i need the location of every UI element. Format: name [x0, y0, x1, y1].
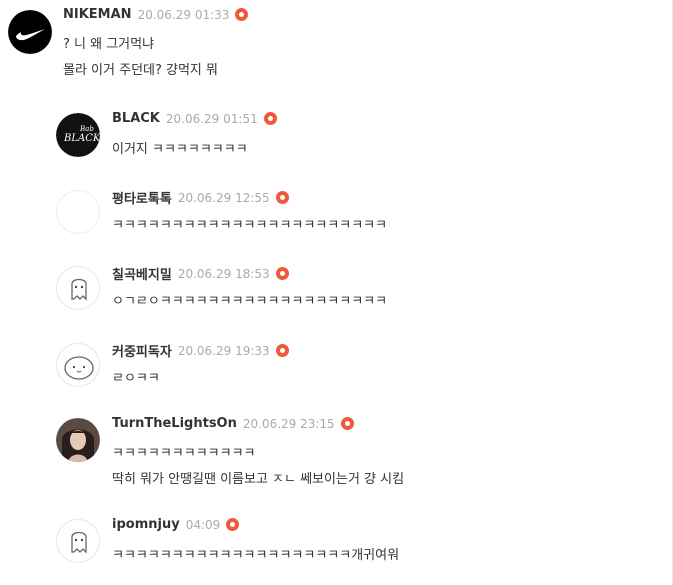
new-badge-icon: [275, 267, 289, 280]
comment-text-line: 딱히 뭐가 안땡길땐 이름보고 ㅈㄴ 쎄보이는거 걍 시킴: [112, 472, 405, 487]
comment-text-line: ㅋㅋㅋㅋㅋㅋㅋㅋㅋㅋㅋㅋㅋㅋㅋㅋㅋㅋㅋㅋ개귀여워: [112, 548, 400, 563]
comment-text-line: ㅋㅋㅋㅋㅋㅋㅋㅋㅋㅋㅋㅋ: [112, 446, 256, 461]
comment-meta: BLACK 20.06.29 01:51: [112, 111, 277, 126]
comment-date: 20.06.29 18:53: [177, 266, 270, 281]
comment-nickname[interactable]: TurnTheLightsOn: [112, 416, 237, 431]
new-badge-icon: [235, 8, 249, 21]
ghost-avatar[interactable]: [56, 519, 100, 563]
comment-date: 20.06.29 19:33: [177, 343, 270, 358]
comment-meta: 평타로톡톡 20.06.29 12:55: [112, 188, 289, 207]
comment-meta: NIKEMAN 20.06.29 01:33: [63, 7, 249, 22]
nike-logo-avatar[interactable]: [8, 10, 52, 54]
comment-date: 20.06.29 01:51: [165, 111, 258, 126]
blank-avatar[interactable]: [56, 190, 100, 234]
comment-nickname[interactable]: 커중피독자: [112, 341, 172, 360]
comment-text-line: ㄹㅇㅋㅋ: [112, 371, 160, 386]
photo-avatar[interactable]: [56, 418, 100, 462]
comment-date: 20.06.29 12:55: [177, 190, 270, 205]
comment-meta: 칠곡베지밀 20.06.29 18:53: [112, 264, 289, 283]
new-badge-icon: [226, 518, 240, 531]
comment-meta: 커중피독자 20.06.29 19:33: [112, 341, 289, 360]
new-badge-icon: [275, 191, 289, 204]
avatar-logo-text: BLACK: [63, 133, 100, 144]
new-badge-icon: [263, 112, 277, 125]
new-badge-icon: [340, 417, 354, 430]
new-badge-icon: [275, 344, 289, 357]
comment-meta: ipomnjuy 04:09: [112, 517, 240, 532]
comment-thread: NIKEMAN 20.06.29 01:33 ? 니 왜 그거먹냐 몰라 이거 …: [0, 0, 673, 585]
comment-text-line: ㅇㄱㄹㅇㅋㅋㅋㅋㅋㅋㅋㅋㅋㅋㅋㅋㅋㅋㅋㅋㅋㅋㅋ: [112, 294, 388, 309]
comment-meta: TurnTheLightsOn 20.06.29 23:15: [112, 416, 354, 431]
ghost-avatar[interactable]: [56, 266, 100, 310]
comment-date: 20.06.29 23:15: [242, 416, 335, 431]
avatar-logo-small-text: Bab: [79, 125, 94, 133]
comment-text-line: 몰라 이거 주던데? 걍먹지 뭐: [63, 63, 218, 78]
comment-nickname[interactable]: BLACK: [112, 111, 160, 126]
comment-text-line: ? 니 왜 그거먹냐: [63, 37, 155, 52]
comment-nickname[interactable]: NIKEMAN: [63, 7, 132, 22]
black-logo-avatar[interactable]: Bab BLACK: [56, 113, 100, 157]
blob-avatar[interactable]: [56, 343, 100, 387]
comment-date: 20.06.29 01:33: [137, 7, 230, 22]
comment-date: 04:09: [185, 517, 221, 532]
comment-text-line: 이거지 ㅋㅋㅋㅋㅋㅋㅋㅋ: [112, 142, 248, 157]
comment-text-line: ㅋㅋㅋㅋㅋㅋㅋㅋㅋㅋㅋㅋㅋㅋㅋㅋㅋㅋㅋㅋㅋㅋㅋ: [112, 218, 388, 233]
comment-nickname[interactable]: 칠곡베지밀: [112, 264, 172, 283]
comment-nickname[interactable]: 평타로톡톡: [112, 188, 172, 207]
comment-nickname[interactable]: ipomnjuy: [112, 517, 180, 532]
